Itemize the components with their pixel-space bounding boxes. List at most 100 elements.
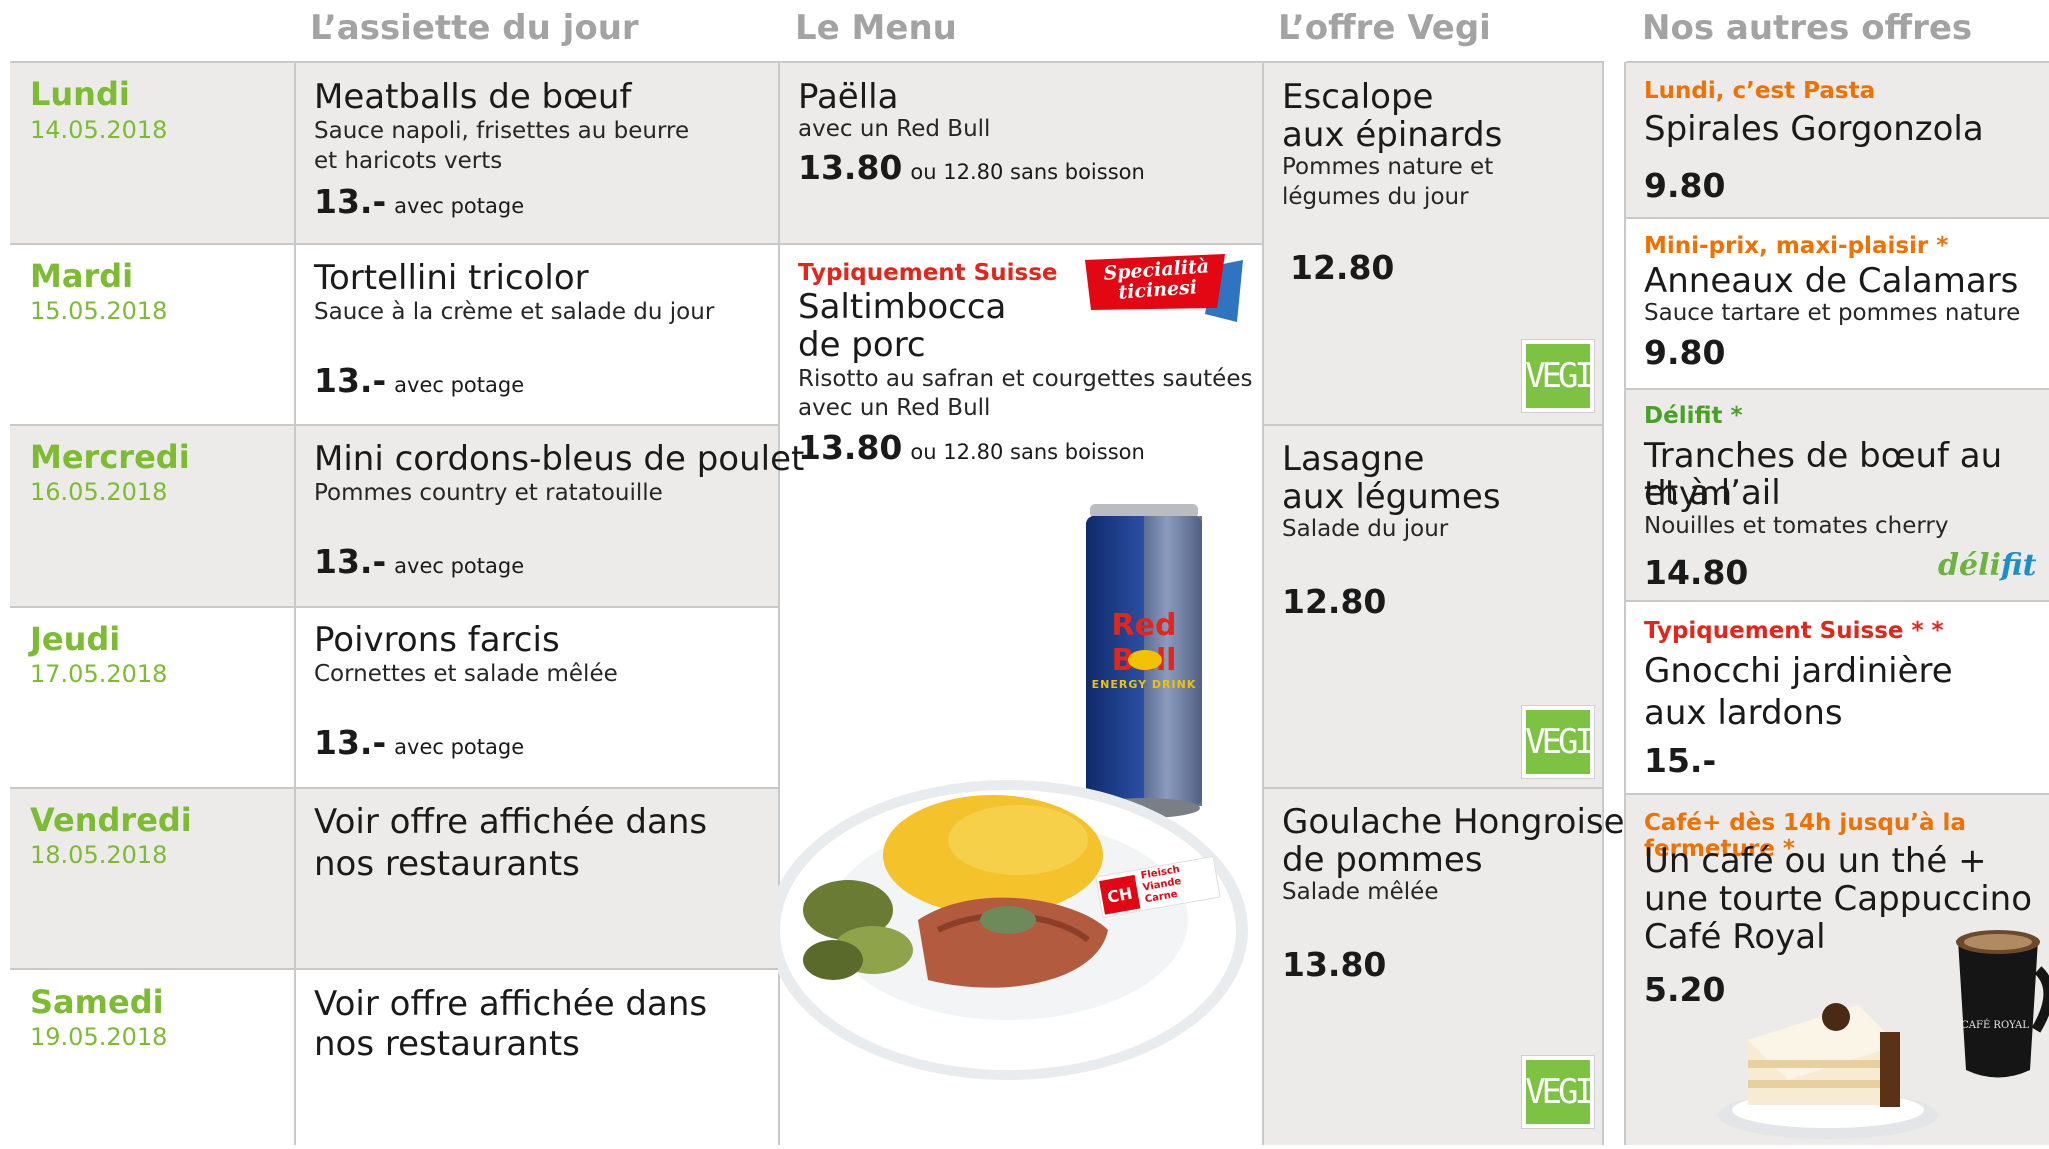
rule-autres-3 [1626,600,2049,602]
dish-title: Voir offre affichée dans [314,984,708,1024]
day-name: Mardi [30,257,134,295]
ch-flag-text: Fleisch Viande Carne [1139,864,1183,906]
menu-second-desc: Risotto au safran et courgettes sautées [798,366,1253,392]
offer-label: Délifit * [1644,403,1743,429]
day-name: Lundi [30,75,130,113]
rule-row-5 [10,968,778,970]
day-name: Jeudi [30,620,121,658]
day-date: 16.05.2018 [30,478,168,506]
dish-price: 13.- avec potage [314,723,525,762]
vegi-desc: Salade du jour [1282,516,1449,542]
offer-price: 14.80 [1644,553,1749,592]
can-sub: ENERGY DRINK [1091,678,1197,691]
bull-icon [1128,650,1162,670]
menu-second-title: Saltimbocca [798,287,1007,327]
offer-title: aux lardons [1644,693,1843,733]
vegi-title: de pommes [1282,840,1483,880]
ch-flag-code: CH [1099,874,1141,915]
vegi-desc: Pommes nature et [1282,154,1494,180]
vegi-title: Escalope [1282,77,1434,117]
menu-second-title: de porc [798,325,926,365]
rule-row-3 [10,606,778,608]
dish-title: Poivrons farcis [314,620,560,660]
rule-col-4 [1602,62,1604,1145]
menu-first-title: Paëlla [798,77,899,117]
vegi-price: 12.80 [1282,582,1387,621]
rule-row-1 [10,243,1262,245]
dish-title: Voir offre affichée dans [314,802,708,842]
day-name: Mercredi [30,438,190,476]
vegi-title: aux légumes [1282,477,1501,517]
delifit-logo-icon: délifit [1938,548,2037,583]
rule-row-2 [10,424,778,426]
menu-second-desc: avec un Red Bull [798,395,991,421]
vegi-price: 13.80 [1282,945,1387,984]
rule-col-3 [1262,62,1264,1145]
dish-price: 13.- avec potage [314,542,525,581]
vegi-title: Goulache Hongroise [1282,802,1625,842]
offer-title: une tourte Cappuccino [1644,879,2033,919]
menu-second-label: Typiquement Suisse [798,260,1058,286]
rule-autres-top [1626,61,2049,63]
day-date: 18.05.2018 [30,841,168,869]
day-date: 15.05.2018 [30,297,168,325]
offer-desc: Sauce tartare et pommes nature [1644,300,2021,326]
dish-price: 13.- avec potage [314,361,525,400]
vegi-title: Lasagne [1282,439,1425,479]
dish-desc: Sauce napoli, frisettes au beurre [314,118,690,144]
dish-title: Mini cordons-bleus de poulet [314,439,805,479]
dish-desc: Sauce à la crème et salade du jour [314,299,715,325]
dish-desc: Pommes country et ratatouille [314,480,663,506]
specialita-badge: Specialità ticinesi [1085,252,1245,324]
offer-label: Typiquement Suisse * * [1644,618,1944,644]
dish-title: Tortellini tricolor [314,258,589,298]
rule-vegi-1 [1264,424,1604,426]
rule-top [10,61,1604,63]
header-menu: Le Menu [795,8,957,48]
cake-and-coffee-image: CAFÉ ROYAL [1708,920,2049,1145]
rule-col-1 [294,62,296,1145]
rule-vegi-2 [1264,787,1604,789]
vegi-desc: légumes du jour [1282,184,1469,210]
offer-label: Mini-prix, maxi-plaisir * [1644,233,1949,259]
offer-price: 9.80 [1644,166,1726,205]
offer-title: Un café ou un thé + [1644,841,1987,881]
dish-title: nos restaurants [314,844,580,884]
offer-desc: Nouilles et tomates cherry [1644,513,1949,539]
menu-first-price: 13.80 ou 12.80 sans boisson [798,148,1145,187]
offer-price: 15.- [1644,741,1717,780]
vegi-badge-icon: VEGI [1522,706,1595,778]
rule-autres-1 [1626,217,2049,219]
cup-text: CAFÉ ROYAL [1961,1020,2029,1031]
day-name: Samedi [30,983,164,1021]
rule-autres-2 [1626,388,2049,390]
vegi-title: aux épinards [1282,115,1503,155]
offer-title: et à l’ail [1644,473,1781,513]
vegi-desc: Salade mêlée [1282,879,1439,905]
header-autres: Nos autres offres [1642,8,1973,48]
offer-price: 9.80 [1644,333,1726,372]
vegi-badge-icon: VEGI [1522,1056,1595,1128]
vegi-badge-icon: VEGI [1522,340,1595,412]
rule-autres-4 [1626,793,2049,795]
menu-second-price: 13.80 ou 12.80 sans boisson [798,428,1145,467]
offer-title: Spirales Gorgonzola [1644,109,1984,149]
menu-first-desc: avec un Red Bull [798,116,991,142]
rule-row-4 [10,787,778,789]
dish-price: 13.- avec potage [314,182,525,221]
day-date: 19.05.2018 [30,1023,168,1051]
day-date: 14.05.2018 [30,116,168,144]
header-assiette: L’assiette du jour [310,8,639,48]
dish-title: Meatballs de bœuf [314,77,632,117]
offer-label: Lundi, c’est Pasta [1644,78,1876,104]
day-date: 17.05.2018 [30,660,168,688]
saltimbocca-plate-image: CH Fleisch Viande Carne [768,760,1248,1090]
dish-desc: Cornettes et salade mêlée [314,661,618,687]
specialita-text: Specialità ticinesi [1102,255,1210,304]
day-name: Vendredi [30,801,192,839]
dish-title: nos restaurants [314,1024,580,1064]
rule-col-5 [1624,62,1626,1145]
offer-title: Anneaux de Calamars [1644,261,2019,301]
header-vegi: L’offre Vegi [1278,8,1491,48]
vegi-price: 12.80 [1290,248,1395,287]
